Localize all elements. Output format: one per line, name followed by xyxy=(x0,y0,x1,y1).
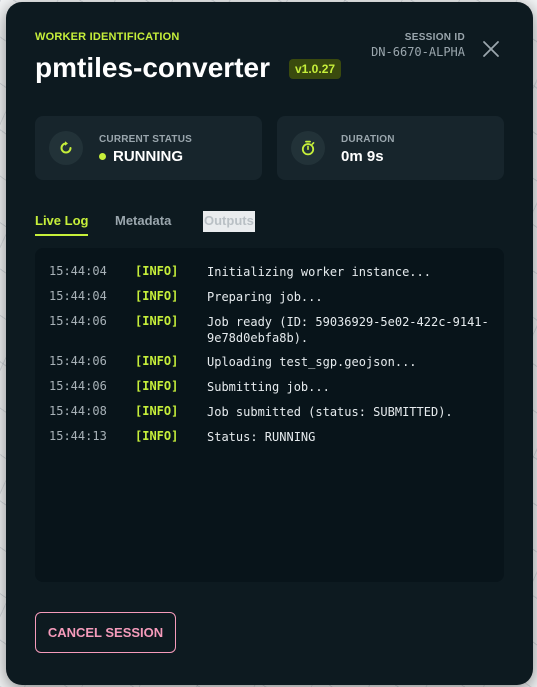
log-time: 15:44:06 xyxy=(49,379,107,393)
log-time: 15:44:04 xyxy=(49,264,107,278)
log-message: Job submitted (status: SUBMITTED). xyxy=(207,405,453,419)
stopwatch-icon xyxy=(301,140,315,156)
log-level: [INFO] xyxy=(135,289,179,303)
status-value-row: RUNNING xyxy=(99,148,183,165)
log-time: 15:44:13 xyxy=(49,429,107,443)
status-dot xyxy=(99,153,106,160)
log-level: [INFO] xyxy=(135,404,179,418)
tab-metadata[interactable]: Metadata xyxy=(115,211,171,234)
log-level: [INFO] xyxy=(135,354,179,368)
tab-live-log[interactable]: Live Log xyxy=(35,211,89,236)
duration-label: DURATION xyxy=(341,134,395,145)
status-icon-circle xyxy=(49,131,83,165)
log-message: Submitting job... xyxy=(207,380,330,394)
log-message: Initializing worker instance... xyxy=(207,265,431,279)
cancel-session-button[interactable]: CANCEL SESSION xyxy=(35,612,176,653)
live-log-panel[interactable]: 15:44:04 [INFO] Initializing worker inst… xyxy=(35,248,504,582)
log-message: Preparing job... xyxy=(207,290,323,304)
duration-card: DURATION 0m 9s xyxy=(277,116,504,180)
worker-panel: WORKER IDENTIFICATION pmtiles-converter … xyxy=(6,2,533,685)
log-message: Uploading test_sgp.geojson... xyxy=(207,355,417,369)
version-badge: v1.0.27 xyxy=(289,59,342,79)
session-id-value: DN-6670-ALPHA xyxy=(371,45,465,59)
worker-title: pmtiles-converter xyxy=(35,52,270,83)
log-time: 15:44:06 xyxy=(49,314,107,328)
log-message: Job ready (ID: 59036929-5e02-422c-9141-9… xyxy=(207,315,489,345)
log-level: [INFO] xyxy=(135,264,179,278)
tab-outputs[interactable]: Outputs xyxy=(203,211,255,232)
close-button[interactable] xyxy=(481,39,501,59)
log-level: [INFO] xyxy=(135,379,179,393)
log-time: 15:44:04 xyxy=(49,289,107,303)
status-card: CURRENT STATUS RUNNING xyxy=(35,116,262,180)
status-value: RUNNING xyxy=(113,148,183,165)
log-level: [INFO] xyxy=(135,314,179,328)
duration-icon-circle xyxy=(291,131,325,165)
log-time: 15:44:08 xyxy=(49,404,107,418)
close-icon xyxy=(483,41,499,57)
duration-value: 0m 9s xyxy=(341,148,384,165)
refresh-icon xyxy=(60,141,72,154)
log-time: 15:44:06 xyxy=(49,354,107,368)
worker-identification-label: WORKER IDENTIFICATION xyxy=(35,31,180,43)
log-level: [INFO] xyxy=(135,429,179,443)
log-message: Status: RUNNING xyxy=(207,430,316,444)
status-label: CURRENT STATUS xyxy=(99,134,192,145)
session-id-label: SESSION ID xyxy=(404,32,465,43)
